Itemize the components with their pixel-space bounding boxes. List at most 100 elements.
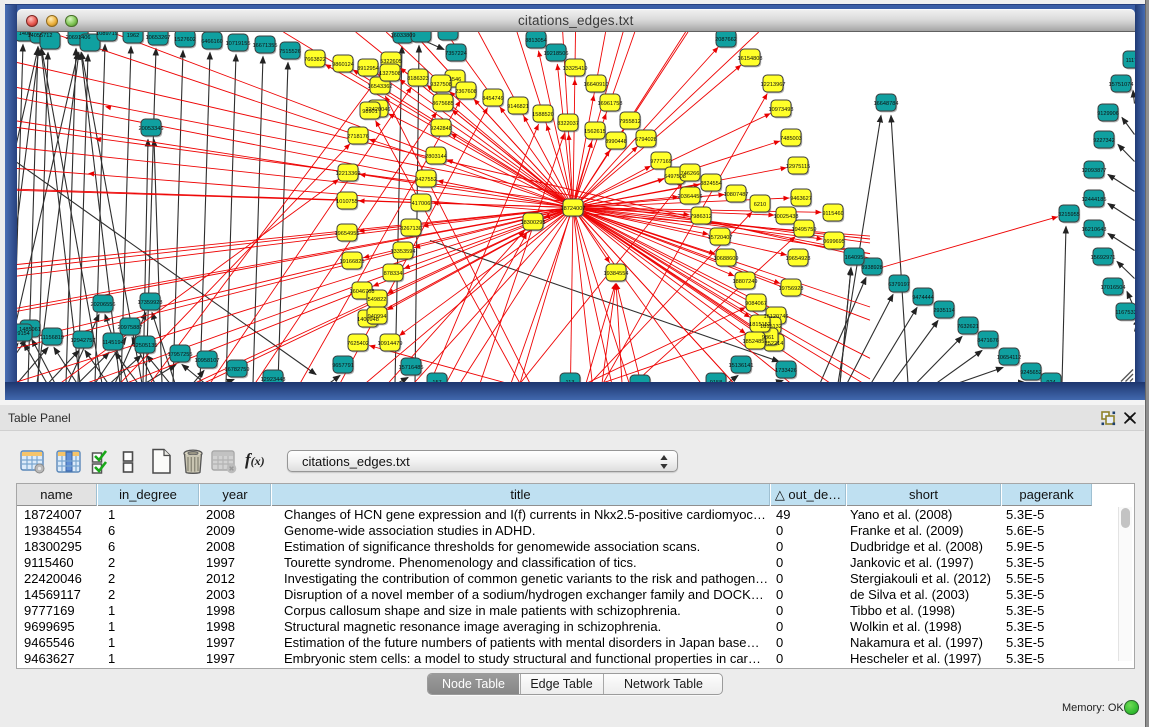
svg-text:7485003: 7485003 — [780, 136, 802, 142]
svg-text:16543362: 16543362 — [368, 84, 393, 90]
svg-text:3267130: 3267130 — [400, 226, 422, 232]
svg-text:20691406: 20691406 — [66, 35, 91, 41]
svg-text:16671355: 16671355 — [253, 43, 278, 49]
svg-text:19384554: 19384554 — [604, 271, 629, 277]
svg-text:1145194: 1145194 — [102, 340, 123, 346]
svg-text:9158: 9158 — [710, 380, 722, 383]
svg-text:9657791: 9657791 — [332, 363, 354, 369]
svg-text:1588520: 1588520 — [532, 112, 554, 118]
svg-text:10958107: 10958107 — [195, 358, 220, 364]
svg-text:9463627: 9463627 — [790, 196, 812, 202]
svg-text:12923448: 12923448 — [261, 377, 286, 383]
svg-text:1327508: 1327508 — [379, 71, 401, 77]
svg-text:20206556: 20206556 — [91, 302, 116, 308]
svg-text:8454749: 8454749 — [482, 96, 504, 102]
svg-text:2935114: 2935114 — [933, 308, 954, 314]
svg-text:11174: 11174 — [1126, 58, 1135, 64]
svg-text:5322605: 5322605 — [380, 59, 402, 65]
svg-text:1562615: 1562615 — [584, 129, 606, 135]
svg-text:10025438: 10025438 — [774, 214, 799, 220]
svg-text:12505135: 12505135 — [133, 343, 158, 349]
svg-text:2367608: 2367608 — [455, 89, 477, 95]
svg-text:9146821: 9146821 — [507, 104, 529, 110]
svg-text:20053346: 20053346 — [139, 126, 164, 132]
svg-text:19166825: 19166825 — [340, 259, 365, 265]
svg-text:17359928: 17359928 — [138, 300, 163, 306]
svg-text:7955812: 7955812 — [619, 119, 641, 125]
svg-text:196: 196 — [635, 382, 644, 383]
svg-text:9242848: 9242848 — [430, 126, 452, 132]
svg-text:15692971: 15692971 — [1091, 255, 1116, 261]
svg-text:417006: 417006 — [412, 201, 431, 207]
svg-text:11156819: 11156819 — [40, 335, 64, 341]
svg-text:0699695: 0699695 — [823, 239, 845, 245]
svg-text:9245652: 9245652 — [1020, 370, 1042, 376]
svg-text:9227342: 9227342 — [1093, 138, 1115, 144]
svg-text:14055712: 14055712 — [28, 33, 53, 39]
svg-text:924: 924 — [1046, 380, 1055, 383]
svg-text:8813054: 8813054 — [525, 38, 547, 44]
svg-text:2803144: 2803144 — [425, 154, 447, 160]
svg-text:9084067: 9084067 — [745, 301, 767, 307]
svg-text:10719155: 10719155 — [226, 41, 251, 47]
svg-text:39154: 39154 — [17, 331, 30, 337]
svg-text:15720407: 15720407 — [708, 235, 733, 241]
svg-text:10688609: 10688609 — [714, 256, 739, 262]
svg-text:9115460: 9115460 — [822, 211, 843, 217]
svg-text:12444185: 12444185 — [1082, 197, 1107, 203]
svg-text:549822: 549822 — [368, 297, 387, 303]
svg-text:7663822: 7663822 — [304, 57, 326, 63]
svg-text:8186323: 8186323 — [407, 76, 429, 82]
svg-text:7625402: 7625402 — [347, 341, 369, 347]
svg-text:746266: 746266 — [681, 171, 700, 177]
svg-text:16033809: 16033809 — [391, 33, 416, 39]
svg-text:2718176: 2718176 — [347, 134, 369, 140]
svg-text:10914479: 10914479 — [378, 341, 403, 347]
svg-text:6210: 6210 — [754, 202, 766, 208]
svg-text:9129906: 9129906 — [1097, 111, 1119, 117]
svg-text:157: 157 — [432, 380, 441, 383]
svg-text:8322037: 8322037 — [557, 121, 579, 127]
svg-text:7632621: 7632621 — [957, 324, 979, 330]
svg-text:16210643: 16210643 — [1082, 227, 1107, 233]
svg-text:12093877: 12093877 — [1082, 168, 1107, 174]
svg-text:16782759: 16782759 — [225, 367, 250, 373]
svg-text:19654955: 19654955 — [335, 231, 360, 237]
svg-text:15136141: 15136141 — [729, 363, 754, 369]
svg-text:1167533: 1167533 — [1115, 310, 1134, 316]
svg-text:7515526: 7515526 — [279, 49, 301, 55]
svg-text:15751074: 15751074 — [1109, 82, 1134, 88]
svg-text:15716485: 15716485 — [399, 365, 424, 371]
svg-text:20364456: 20364456 — [678, 194, 703, 200]
svg-text:7357224: 7357224 — [445, 51, 467, 57]
svg-text:1962: 1962 — [127, 33, 139, 39]
svg-text:6466160: 6466160 — [201, 39, 223, 45]
svg-text:10807487: 10807487 — [724, 192, 749, 198]
svg-text:18300295: 18300295 — [521, 220, 546, 226]
svg-text:1815152: 1815152 — [749, 322, 771, 328]
svg-text:19654923: 19654923 — [786, 256, 811, 262]
svg-text:1733426: 1733426 — [775, 368, 797, 374]
svg-text:2087662: 2087662 — [715, 37, 737, 43]
svg-text:252214: 252214 — [765, 341, 784, 347]
svg-text:13325419: 13325419 — [563, 66, 588, 72]
svg-text:8938928: 8938928 — [861, 265, 883, 271]
svg-text:1010755: 1010755 — [336, 199, 358, 205]
svg-text:12942757: 12942757 — [71, 338, 96, 344]
svg-text:18524851: 18524851 — [743, 339, 768, 345]
svg-text:18807249: 18807249 — [733, 279, 758, 285]
svg-text:10653267: 10653267 — [146, 35, 171, 41]
svg-text:3675685: 3675685 — [432, 101, 454, 107]
svg-text:9327508: 9327508 — [430, 82, 452, 88]
svg-text:9777169: 9777169 — [650, 159, 672, 165]
svg-text:9427552: 9427552 — [415, 177, 437, 183]
svg-text:6379197: 6379197 — [888, 282, 910, 288]
svg-text:3215955: 3215955 — [1058, 212, 1080, 218]
svg-text:8912954: 8912954 — [357, 66, 379, 72]
svg-text:8471676: 8471676 — [977, 338, 999, 344]
svg-text:12213967: 12213967 — [761, 82, 786, 88]
svg-text:20975887: 20975887 — [118, 325, 143, 331]
svg-text:16154808: 16154808 — [738, 56, 763, 62]
svg-text:18724007: 18724007 — [561, 206, 586, 212]
svg-text:16961758: 16961758 — [598, 101, 623, 107]
